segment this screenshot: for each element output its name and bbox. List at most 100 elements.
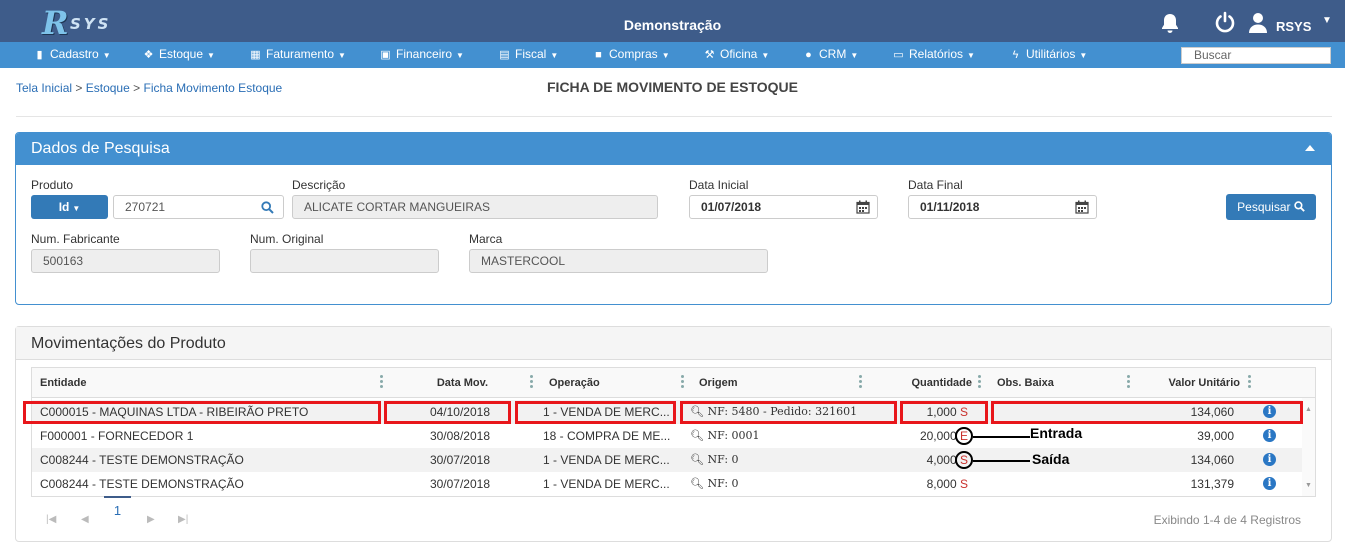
- cell-quantidade: 20,000 E: [872, 424, 968, 448]
- descricao-field: ALICATE CORTAR MANGUEIRAS: [292, 195, 658, 219]
- col-valor-unitario[interactable]: Valor Unitário: [1142, 368, 1240, 398]
- column-menu-icon[interactable]: [681, 375, 684, 389]
- es-marker: S: [959, 477, 968, 491]
- num-fabricante-field: 500163: [31, 249, 220, 273]
- page-number[interactable]: 1: [104, 496, 131, 520]
- power-icon[interactable]: [1214, 11, 1236, 33]
- menu-crm[interactable]: ● CRM ▼: [802, 42, 858, 68]
- info-icon[interactable]: i: [1263, 477, 1276, 490]
- search-icon: 🔍︎: [690, 453, 704, 466]
- data-inicial-input[interactable]: 01/07/2018: [689, 195, 878, 219]
- next-page-icon[interactable]: ▶: [147, 514, 155, 525]
- quantidade-value: 8,000: [926, 477, 957, 491]
- search-panel-title: Dados de Pesquisa: [16, 133, 1331, 165]
- prev-page-icon[interactable]: ◀: [81, 514, 89, 525]
- pager-info: Exibindo 1-4 de 4 Registros: [1153, 513, 1301, 527]
- cell-valor: 131,379: [1190, 477, 1234, 491]
- cell-entidade: C008244 - TESTE DEMONSTRAÇÃO: [40, 477, 244, 491]
- data-final-input[interactable]: 01/11/2018: [908, 195, 1097, 219]
- top-bar: R SYS Demonstração RSYS ▼: [0, 0, 1345, 42]
- menu-compras[interactable]: ■ Compras ▼: [592, 42, 670, 68]
- money-icon: ▣: [380, 49, 391, 61]
- grid-header: Entidade Data Mov. Operação Origem Quant…: [32, 368, 1315, 398]
- table-row[interactable]: F000001 - FORNECEDOR 1 30/08/2018 18 - C…: [32, 424, 1302, 448]
- menu-cadastro[interactable]: ▮ Cadastro ▼: [33, 42, 111, 68]
- user-icon[interactable]: [1248, 12, 1268, 34]
- search-icon: 🔍︎: [690, 429, 704, 442]
- info-icon[interactable]: i: [1263, 453, 1276, 466]
- search-icon[interactable]: [261, 201, 274, 214]
- caret-down-icon: ▼: [967, 51, 975, 60]
- caret-down-icon: ▼: [72, 204, 81, 213]
- pesquisar-label: Pesquisar: [1237, 200, 1291, 214]
- cell-data: 30/08/2018: [429, 429, 490, 443]
- pesquisar-button[interactable]: Pesquisar: [1226, 194, 1316, 220]
- data-final-label: Data Final: [908, 178, 963, 192]
- menu-utilitarios[interactable]: ϟ Utilitários ▼: [1009, 42, 1088, 68]
- caret-down-icon: ▼: [102, 51, 111, 60]
- search-icon: 🔍︎: [690, 477, 704, 490]
- collapse-caret-icon[interactable]: [1305, 145, 1315, 151]
- menu-fiscal[interactable]: ▤ Fiscal ▼: [498, 42, 558, 68]
- menu-label: Fiscal: [515, 47, 547, 61]
- book-icon: ▮: [36, 49, 43, 61]
- col-operacao[interactable]: Operação: [549, 368, 600, 398]
- caret-down-icon: ▼: [661, 51, 670, 60]
- marca-label: Marca: [469, 232, 503, 246]
- highlight-box: [384, 401, 511, 424]
- caret-down-icon[interactable]: ▼: [1322, 15, 1332, 26]
- col-entidade[interactable]: Entidade: [40, 368, 86, 398]
- first-page-icon[interactable]: |◀: [46, 514, 56, 525]
- last-page-icon[interactable]: ▶|: [178, 514, 188, 525]
- column-menu-icon[interactable]: [530, 375, 533, 389]
- cell-origem[interactable]: 🔍︎ NF: 0: [690, 448, 890, 472]
- global-search-input[interactable]: Buscar: [1181, 47, 1331, 64]
- caret-down-icon: ▼: [550, 51, 559, 60]
- users-icon: ●: [805, 49, 812, 61]
- menu-oficina[interactable]: ⚒ Oficina ▼: [703, 42, 770, 68]
- vertical-scrollbar[interactable]: ▲ ▼: [1302, 398, 1315, 496]
- highlight-box: [23, 401, 381, 424]
- col-origem[interactable]: Origem: [699, 368, 738, 398]
- print-icon: ▭: [893, 49, 904, 61]
- menu-label: Cadastro: [50, 47, 99, 61]
- scroll-down-icon[interactable]: ▼: [1305, 482, 1312, 489]
- menu-relatorios[interactable]: ▭ Relatórios ▼: [892, 42, 975, 68]
- menu-financeiro[interactable]: ▣ Financeiro ▼: [379, 42, 464, 68]
- bell-icon[interactable]: [1159, 12, 1181, 34]
- quantidade-value: 20,000: [919, 429, 957, 443]
- column-menu-icon[interactable]: [1127, 375, 1130, 389]
- calendar-icon[interactable]: [1075, 200, 1089, 214]
- num-original-label: Num. Original: [250, 232, 324, 246]
- menu-estoque[interactable]: ❖ Estoque ▼: [142, 42, 215, 68]
- info-icon[interactable]: i: [1263, 429, 1276, 442]
- menu-label: Estoque: [159, 47, 204, 61]
- col-data-mov[interactable]: Data Mov.: [392, 368, 488, 398]
- id-dropdown-button[interactable]: Id ▼: [31, 195, 108, 219]
- cell-origem-text: NF: 0: [707, 477, 739, 490]
- cell-origem[interactable]: 🔍︎ NF: 0: [690, 472, 890, 496]
- user-name[interactable]: RSYS: [1276, 19, 1311, 34]
- cell-origem[interactable]: 🔍︎ NF: 0001: [690, 424, 890, 448]
- cubes-icon: ❖: [143, 49, 154, 61]
- column-menu-icon[interactable]: [978, 375, 981, 389]
- menu-faturamento[interactable]: ▦ Faturamento ▼: [249, 42, 346, 68]
- col-quantidade[interactable]: Quantidade: [872, 368, 972, 398]
- calculator-icon: ▦: [250, 49, 261, 61]
- column-menu-icon[interactable]: [380, 375, 383, 389]
- table-row[interactable]: C008244 - TESTE DEMONSTRAÇÃO 30/07/2018 …: [32, 472, 1302, 492]
- calendar-icon[interactable]: [856, 200, 870, 214]
- column-menu-icon[interactable]: [1248, 375, 1251, 389]
- table-row[interactable]: C008244 - TESTE DEMONSTRAÇÃO 30/07/2018 …: [32, 448, 1302, 472]
- cell-origem-text: NF: 0001: [707, 429, 760, 442]
- menu-label: Financeiro: [396, 47, 453, 61]
- caret-down-icon: ▼: [761, 51, 770, 60]
- cell-data: 30/07/2018: [429, 477, 490, 491]
- menu-label: Relatórios: [909, 47, 964, 61]
- col-obs-baixa[interactable]: Obs. Baixa: [997, 368, 1054, 398]
- page-title: FICHA DE MOVIMENTO DE ESTOQUE: [547, 79, 798, 95]
- menu-label: Utilitários: [1026, 47, 1076, 61]
- column-menu-icon[interactable]: [859, 375, 862, 389]
- scroll-up-icon[interactable]: ▲: [1305, 406, 1312, 413]
- produto-input[interactable]: 270721: [113, 195, 284, 219]
